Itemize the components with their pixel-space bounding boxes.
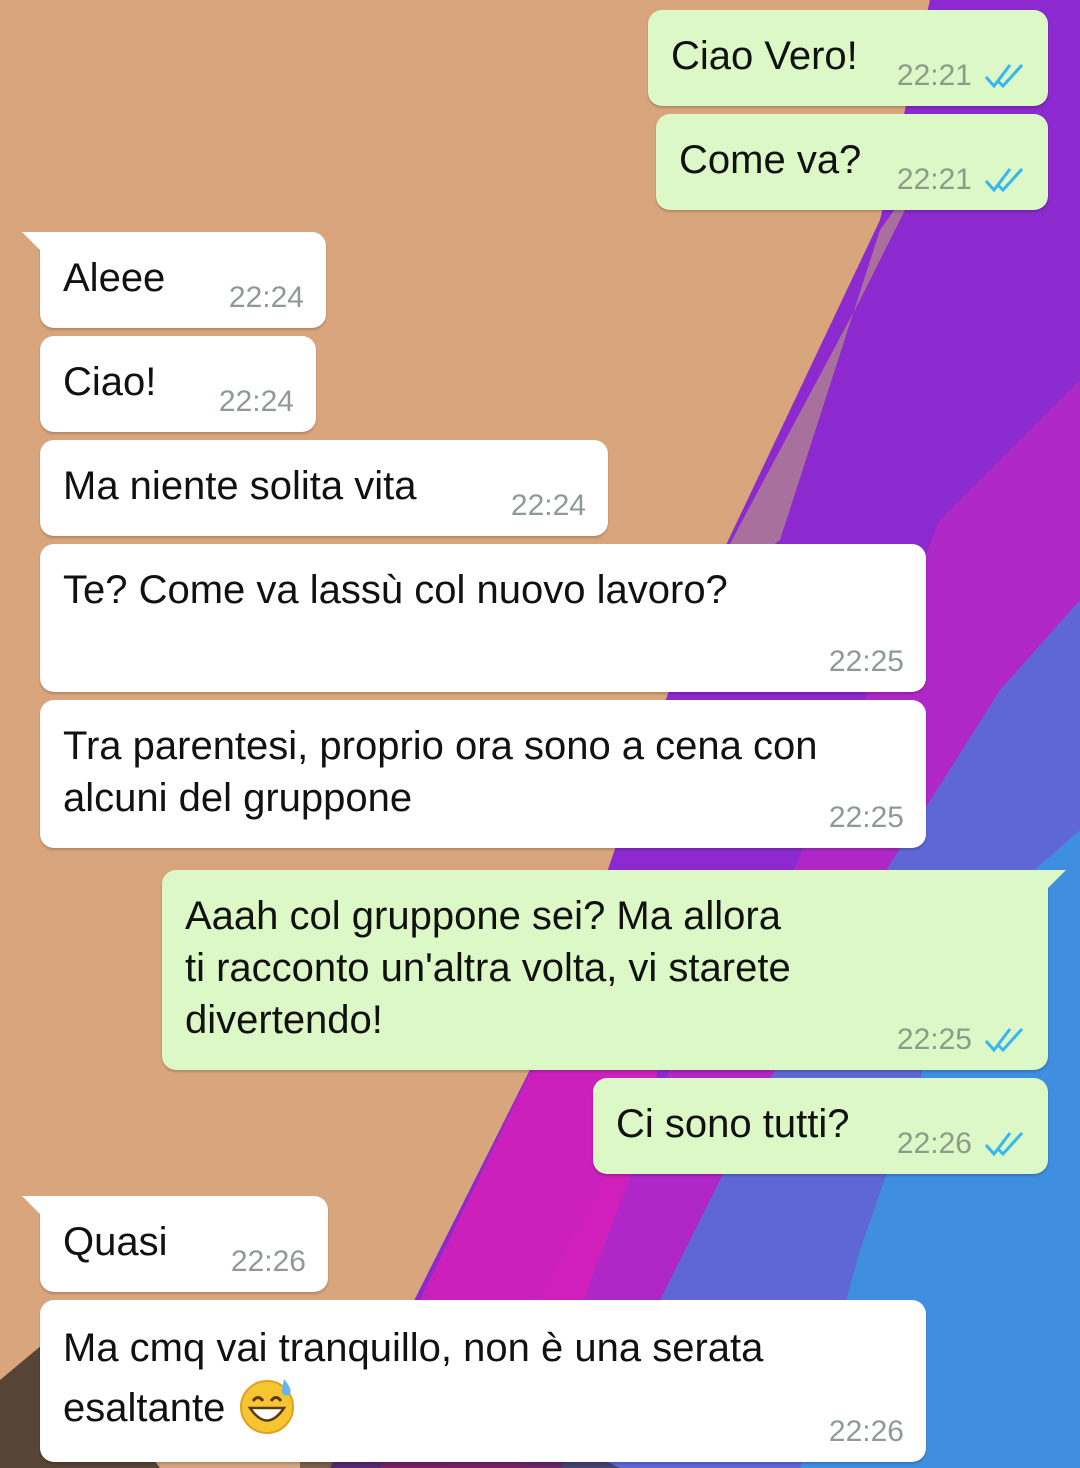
read-ticks-icon [984,63,1024,89]
message-text-line: Ma cmq vai tranquillo, non è una serata [63,1326,764,1370]
message-meta: 22:25 [897,1024,1026,1056]
message-time: 22:24 [228,281,304,314]
grinning-face-with-sweat-icon [240,1379,295,1435]
message-text-line: esaltante [63,1386,226,1430]
message-time: 22:24 [510,489,586,522]
message-time: 22:21 [896,59,972,92]
message-text-line: divertendo! [185,998,383,1042]
message-text-line: Tra parentesi, proprio ora sono a cena c… [63,724,818,768]
message-text-line: ti racconto un'altra volta, vi starete [185,946,791,990]
message-incoming[interactable]: Ma cmq vai tranquillo, non è una serata … [40,1300,926,1462]
message-meta: 22:25 [829,802,904,834]
message-text: Aleee [63,256,166,300]
message-text-line-with-emoji: esaltante [63,1379,297,1435]
message-incoming[interactable]: Quasi 22:26 [22,1196,328,1292]
message-meta: 22:26 [231,1246,306,1278]
message-text-line: alcuni del gruppone [63,776,413,820]
message-time: 22:25 [828,801,904,834]
message-outgoing[interactable]: Come va? 22:21 [656,114,1048,210]
message-outgoing[interactable]: Aaah col gruppone sei? Ma allora ti racc… [162,870,1066,1070]
message-time: 22:25 [828,645,904,678]
message-meta: 22:26 [829,1416,904,1448]
message-outgoing[interactable]: Ci sono tutti? 22:26 [593,1078,1048,1174]
message-meta: 22:26 [897,1128,1026,1160]
message-meta: 22:24 [229,282,304,314]
message-text: Quasi [63,1220,168,1264]
read-ticks-icon [984,1027,1024,1053]
read-ticks-icon [984,1131,1024,1157]
message-time: 22:26 [896,1127,972,1160]
message-time: 22:26 [230,1245,306,1278]
message-meta: 22:21 [897,60,1026,92]
read-ticks-icon [984,167,1024,193]
message-text: Te? Come va lassù col nuovo lavoro? [63,568,728,612]
bubble-tail [22,232,44,254]
message-text: Come va? [679,138,862,182]
message-meta: 22:24 [511,490,586,522]
message-text: Ciao! [63,360,157,404]
message-meta: 22:25 [829,646,904,678]
message-time: 22:24 [218,385,294,418]
message-meta: 22:24 [219,386,294,418]
bubble-tail [22,1196,44,1218]
message-incoming[interactable]: Tra parentesi, proprio ora sono a cena c… [40,700,926,848]
message-incoming[interactable]: Ma niente solita vita 22:24 [40,440,608,536]
bubble-tail [1044,870,1066,892]
message-text: Ciao Vero! [671,34,858,78]
message-text: Ma niente solita vita [63,464,417,508]
message-text: Ci sono tutti? [616,1102,850,1146]
message-time: 22:25 [896,1023,972,1056]
message-incoming[interactable]: Te? Come va lassù col nuovo lavoro? 22:2… [40,544,926,692]
message-time: 22:26 [828,1415,904,1448]
message-incoming[interactable]: Aleee 22:24 [22,232,326,328]
message-outgoing[interactable]: Ciao Vero! 22:21 [648,10,1048,106]
message-time: 22:21 [896,163,972,196]
message-meta: 22:21 [897,164,1026,196]
message-text-line: Aaah col gruppone sei? Ma allora [185,894,781,938]
message-incoming[interactable]: Ciao! 22:24 [40,336,316,432]
